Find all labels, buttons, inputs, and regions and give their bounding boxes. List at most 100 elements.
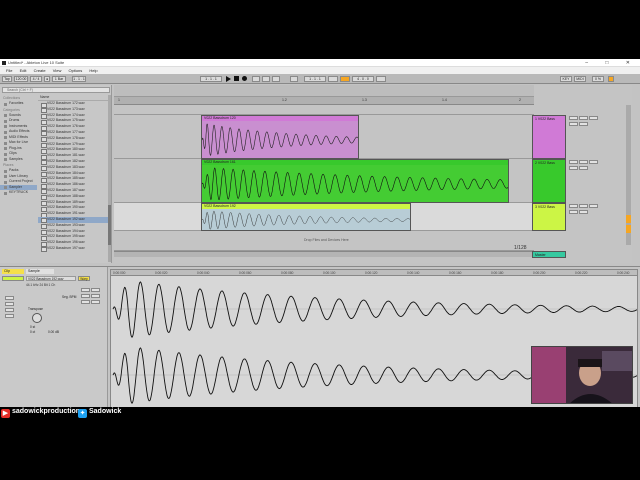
end-field[interactable] [80,293,90,298]
file-list-item[interactable]: V022 Bassdrum 197.wav [38,246,110,253]
quantize-menu[interactable]: 1 Bar [52,76,66,82]
tap-button[interactable]: Tap [2,76,12,82]
webcam-image [532,347,632,403]
clip-color-swatch[interactable] [2,276,24,281]
tempo-field[interactable]: 120.00 [14,76,28,82]
midi-map-button[interactable]: MIDI [574,76,586,82]
overview-strip[interactable] [114,85,534,97]
ruler-mark: 1.3 [362,98,367,102]
start-field[interactable] [90,287,100,292]
channel-1-waveform [112,281,637,338]
set-button[interactable] [90,299,100,304]
seg-bpm-label: Seg. BPM [62,295,77,299]
solo-button[interactable] [578,203,588,208]
loop-start[interactable]: 1 . 1 . 1 [304,76,326,82]
ruler-mark: 1 [118,98,120,102]
metronome-button[interactable]: ● [44,76,50,82]
menu-help[interactable]: Help [89,67,97,74]
ruler-tick-label: 0:00:160 [449,271,462,275]
track-lane-1[interactable]: V022 Bassdrum 120 [114,115,534,159]
sample-tab[interactable]: Sample [26,269,54,274]
browser-scrollbar[interactable] [108,95,111,262]
play-button[interactable] [226,76,231,82]
detune-value: 0 ct [30,330,36,334]
track-lane-2[interactable]: V022 Bassdrum 161 [114,159,534,203]
time-signature[interactable]: 4 / 4 [30,76,42,82]
pan-field[interactable] [578,165,588,170]
arm-button[interactable] [588,203,598,208]
menu-options[interactable]: Options [68,67,82,74]
length-field[interactable] [80,299,90,304]
track-header-2[interactable]: 2 V022 Bass [532,159,566,203]
pencil-button[interactable] [376,76,386,82]
position-field[interactable] [90,293,100,298]
track-1-controls [568,115,598,127]
search-input[interactable]: Search (Ctrl + F) [2,87,110,93]
solo-button[interactable] [578,115,588,120]
ruler-mark: 1.2 [282,98,287,102]
ruler-tick-label: 0:00:100 [323,271,336,275]
activator-button[interactable] [568,159,578,164]
arm-button[interactable] [588,115,598,120]
clip-waveform [202,165,508,202]
cpu-meter: 0 % [592,76,604,82]
stop-button[interactable] [234,76,239,81]
window-controls[interactable]: – □ ✕ [585,60,638,66]
loop-toggle[interactable] [80,287,90,292]
quantization-button[interactable] [4,307,14,312]
solo-button[interactable] [578,159,588,164]
midi-indicator [608,76,614,82]
pan-field[interactable] [578,121,588,126]
track-header-1[interactable]: 1 V022 Bass [532,115,566,159]
transpose-knob[interactable] [32,313,42,323]
ruler-tick-label: 0:00:200 [533,271,546,275]
overdub-button[interactable] [252,76,260,82]
automation-arm-button[interactable] [262,76,270,82]
audio-clip-3[interactable]: V022 Bassdrum 192 [201,203,411,231]
twitter-handle: Sadowick [89,408,122,415]
record-button[interactable] [242,76,247,81]
track-header-3[interactable]: 3 V022 Bass [532,203,566,231]
loop-button[interactable] [340,76,350,82]
window-title: Untitled* - Ableton Live 10 Suite [8,60,65,65]
menu-create[interactable]: Create [34,67,46,74]
time-ruler[interactable] [114,251,534,257]
arrangement-scrollbar[interactable] [626,105,631,245]
ruler-tick-label: 0:00:040 [197,271,210,275]
arm-button[interactable] [588,159,598,164]
warp-button[interactable]: Warp [78,276,90,281]
launch-mode-button[interactable] [4,295,14,300]
menu-file[interactable]: File [6,67,12,74]
audio-clip-1[interactable]: V022 Bassdrum 120 [201,115,359,159]
legato-button[interactable] [4,301,14,306]
master-track-header[interactable]: Master [532,251,566,258]
volume-field[interactable] [568,165,578,170]
session-record-button[interactable] [272,76,280,82]
track-lane-3[interactable]: V022 Bassdrum 192 [114,203,534,231]
audio-clip-2[interactable]: V022 Bassdrum 161 [201,159,509,203]
sidebar-item-favorites[interactable]: Favorites [0,101,37,107]
volume-field[interactable] [568,121,578,126]
velocity-button[interactable] [4,313,14,318]
punch-in-button[interactable] [328,76,338,82]
browser-panel: Search (Ctrl + F) Collections Favorites … [0,85,112,263]
menu-edit[interactable]: Edit [20,67,27,74]
arrangement-position[interactable]: 1 . 1 . 1 [200,76,222,82]
sidebar-item-samples[interactable]: Samples [0,157,37,163]
activator-button[interactable] [568,203,578,208]
pan-field[interactable] [578,209,588,214]
sidebar-item-keytruck[interactable]: KEYTRUCK [0,190,37,196]
drop-area[interactable]: Drop Files and Devices Here [114,231,534,251]
menu-view[interactable]: View [53,67,62,74]
clip-header[interactable]: Clip [2,269,24,274]
sample-file-name: V022 Bassdrum 192.wav [26,276,76,281]
activator-button[interactable] [568,115,578,120]
title-bar: Untitled* - Ableton Live 10 Suite – □ ✕ [0,59,640,67]
follow-button[interactable] [290,76,298,82]
loop-length[interactable]: 4 . 0 . 0 [352,76,374,82]
song-position[interactable]: 1 . 1 . 1 [72,76,86,82]
beat-ruler[interactable]: 1 1.2 1.3 1.4 2 [114,97,534,105]
volume-field[interactable] [568,209,578,214]
ruler-tick-label: 0:00:180 [491,271,504,275]
key-map-button[interactable]: KEY [560,76,572,82]
